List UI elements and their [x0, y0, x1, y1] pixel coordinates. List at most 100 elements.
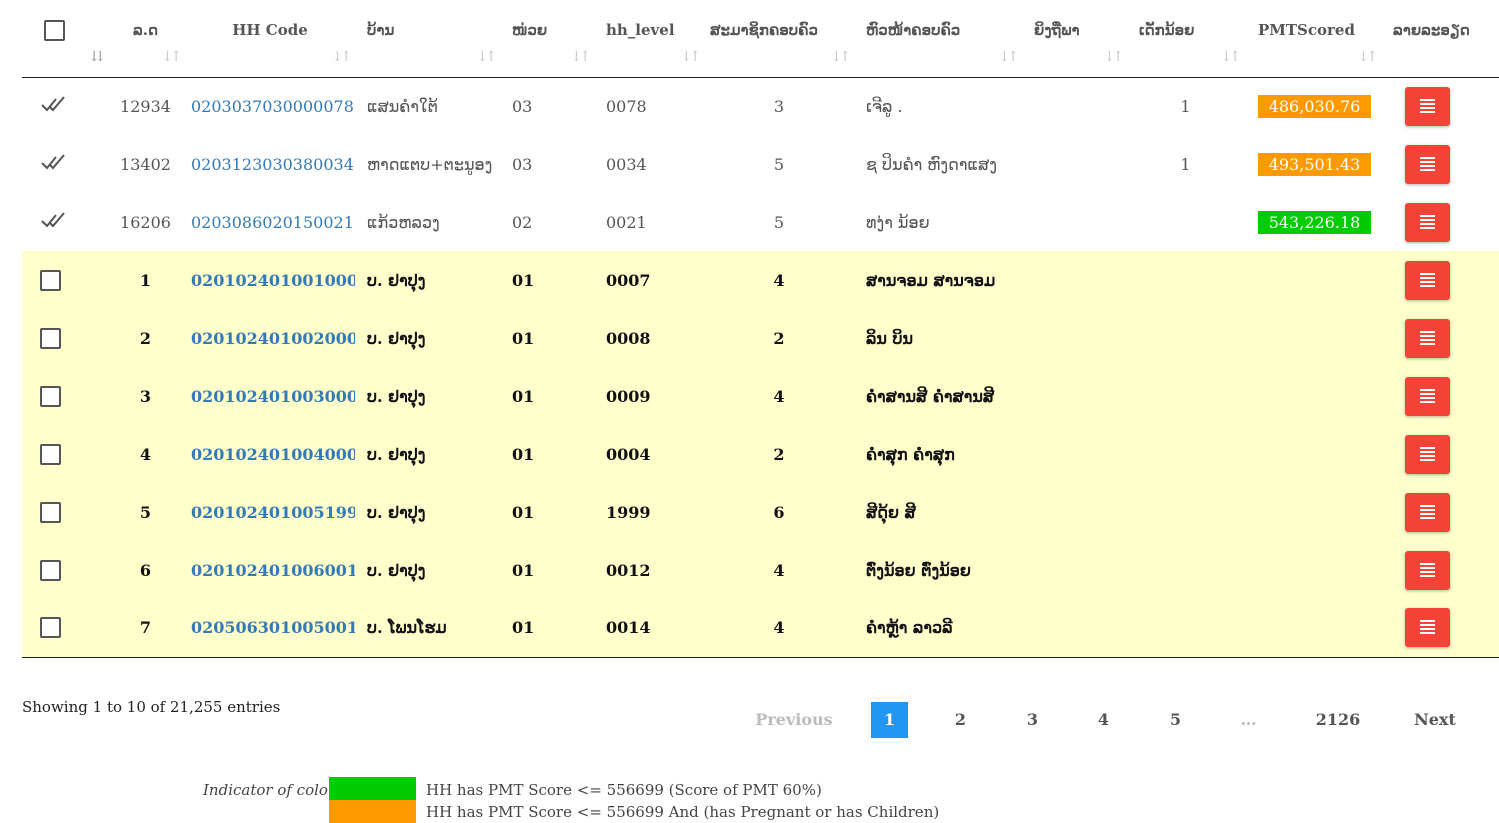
row-checkbox[interactable] — [40, 559, 61, 581]
unit-cell: 01 — [500, 251, 594, 309]
sort-icon[interactable]: ↓↑ — [1358, 49, 1379, 65]
header-select[interactable]: ⇊ — [22, 0, 106, 78]
sort-icon[interactable]: ↓↑ — [831, 49, 852, 65]
hh-code-cell: 0201024010040004 — [185, 425, 355, 483]
header-no[interactable]: ລ.ດ ↓↑ — [106, 0, 185, 78]
detail-cell — [1381, 135, 1499, 193]
hh-code-link[interactable]: 0205063010050014 — [191, 618, 355, 637]
header-head[interactable]: ຫົວໜ້າຄອບຄົວ ↓↑ — [854, 0, 1022, 78]
unit-cell: 01 — [500, 599, 594, 658]
sort-icon[interactable]: ↓↑ — [999, 49, 1020, 65]
village-cell: ຫາດແຕບ+ຕະນູອງ — [367, 154, 493, 174]
pregnant-cell — [1022, 425, 1127, 483]
detail-button[interactable] — [1405, 550, 1450, 590]
header-pmt[interactable]: PMTScored ↓↑ — [1244, 0, 1381, 78]
unit-cell: 01 — [500, 309, 594, 367]
members-cell: 6 — [704, 483, 854, 541]
detail-button[interactable] — [1405, 144, 1450, 184]
row-checkbox[interactable] — [40, 327, 61, 349]
table-info: Showing 1 to 10 of 21,255 entries — [22, 698, 281, 716]
sort-icon[interactable]: ↓↑ — [477, 49, 498, 65]
page-last-button[interactable]: 2126 — [1308, 702, 1368, 738]
select-cell — [22, 425, 106, 483]
row-checkbox[interactable] — [40, 385, 61, 407]
previous-button[interactable]: Previous — [750, 702, 838, 738]
sort-icon[interactable]: ↓↑ — [332, 49, 353, 65]
header-children[interactable]: ເດັກນ້ອຍ ↓↑ — [1127, 0, 1244, 78]
table-row: 7 0205063010050014 ບ. ໂພນໂຮມ 01 0014 4 ຄຳຫຼ້າ … — [22, 599, 1499, 658]
hh-level-cell: 0014 — [594, 599, 704, 658]
header-members[interactable]: ສະມາຊິກຄອບຄົວ ↓↑ — [704, 0, 854, 78]
sort-icon[interactable]: ↓↑ — [1104, 49, 1125, 65]
hh-code-link[interactable]: 0203086020150021 — [191, 213, 354, 232]
hh-code-link[interactable]: 0201024010030009 — [191, 387, 355, 406]
hh-code-link[interactable]: 0201024010051999 — [191, 503, 355, 522]
page-4-button[interactable]: 4 — [1085, 702, 1122, 738]
pregnant-cell — [1022, 77, 1127, 135]
header-hh-code[interactable]: HH Code ↓↑ — [185, 0, 355, 78]
page-1-button[interactable]: 1 — [871, 702, 908, 738]
table-header-row: ⇊ ລ.ດ ↓↑ HH Code ↓↑ ບ້ານ ↓↑ ໜ່ວຍ ↓↑ hh_level… — [22, 0, 1499, 78]
page-3-button[interactable]: 3 — [1014, 702, 1051, 738]
header-pregnant[interactable]: ຍິງຖືພາ ↓↑ — [1022, 0, 1127, 78]
pmt-score-badge: 543,226.18 — [1258, 210, 1371, 234]
list-icon — [1420, 98, 1435, 114]
page-2-button[interactable]: 2 — [942, 702, 979, 738]
pregnant-cell — [1022, 251, 1127, 309]
detail-button[interactable] — [1405, 434, 1450, 474]
hh-code-link[interactable]: 0201024010010007 — [191, 271, 355, 290]
detail-button[interactable] — [1405, 86, 1450, 126]
head-cell: ສີດຸ້ຍ ສີ — [854, 483, 1022, 541]
members-cell: 5 — [773, 154, 785, 174]
no-cell: 16206 — [120, 212, 171, 232]
hh-level-cell: 0004 — [594, 425, 704, 483]
legend-orange-text: HH has PMT Score <= 556699 And (has Preg… — [426, 803, 940, 821]
hh-code-cell: 0203086020150021 — [185, 193, 355, 251]
hh-code-link[interactable]: 0201024010040004 — [191, 445, 355, 464]
sort-icon[interactable]: ↓↑ — [571, 49, 592, 65]
members-cell: 4 — [704, 251, 854, 309]
detail-button[interactable] — [1405, 376, 1450, 416]
detail-button[interactable] — [1405, 492, 1450, 532]
table-row: 13402 0203123030380034 ຫາດແຕບ+ຕະນູອງ 03 0034… — [22, 135, 1499, 193]
header-hh-level[interactable]: hh_level ↓↑ — [594, 0, 704, 78]
double-check-icon — [40, 152, 68, 172]
list-icon — [1420, 388, 1435, 404]
detail-cell — [1381, 309, 1499, 367]
village-cell: ບ. ຢາປຸງ — [355, 541, 500, 599]
table-row: 1 0201024010010007 ບ. ຢາປຸງ 01 0007 4 ສານຈອມ ສ… — [22, 251, 1499, 309]
hh-code-link[interactable]: 0201024010020008 — [191, 329, 355, 348]
row-checkbox[interactable] — [40, 443, 61, 465]
sort-icon[interactable]: ↓↑ — [1221, 49, 1242, 65]
members-cell: 2 — [704, 425, 854, 483]
hh-code-link[interactable]: 0203037030000078 — [191, 97, 354, 116]
row-checkbox[interactable] — [40, 617, 61, 639]
hh-code-cell: 0201024010020008 — [185, 309, 355, 367]
page-5-button[interactable]: 5 — [1157, 702, 1194, 738]
sort-icon[interactable]: ↓↑ — [681, 49, 702, 65]
pregnant-cell — [1022, 193, 1127, 251]
header-unit[interactable]: ໜ່ວຍ ↓↑ — [500, 0, 594, 78]
hh-code-link[interactable]: 0203123030380034 — [191, 155, 354, 174]
sort-icon[interactable]: ↓↑ — [162, 49, 183, 65]
detail-button[interactable] — [1405, 318, 1450, 358]
detail-button[interactable] — [1405, 608, 1450, 648]
legend-orange-swatch — [329, 800, 416, 823]
legend-title: Indicator of color — [203, 781, 336, 799]
header-village[interactable]: ບ້ານ ↓↑ — [355, 0, 500, 78]
detail-cell — [1381, 367, 1499, 425]
row-checkbox[interactable] — [40, 501, 61, 523]
hh-level-cell: 0008 — [594, 309, 704, 367]
row-checkbox[interactable] — [40, 269, 61, 291]
hh-code-link[interactable]: 0201024010060012 — [191, 561, 355, 580]
hh-code-cell: 0203123030380034 — [185, 135, 355, 193]
children-cell — [1127, 193, 1244, 251]
head-cell: ທງ່າ ນ້ອຍ — [866, 212, 930, 232]
detail-button[interactable] — [1405, 202, 1450, 242]
detail-button[interactable] — [1405, 260, 1450, 300]
sort-active-icon[interactable]: ⇊ — [91, 49, 103, 65]
pmt-score-badge: 486,030.76 — [1258, 94, 1371, 118]
hh-code-cell: 0201024010060012 — [185, 541, 355, 599]
next-button[interactable]: Next — [1405, 702, 1465, 738]
select-all-checkbox[interactable] — [44, 19, 65, 41]
